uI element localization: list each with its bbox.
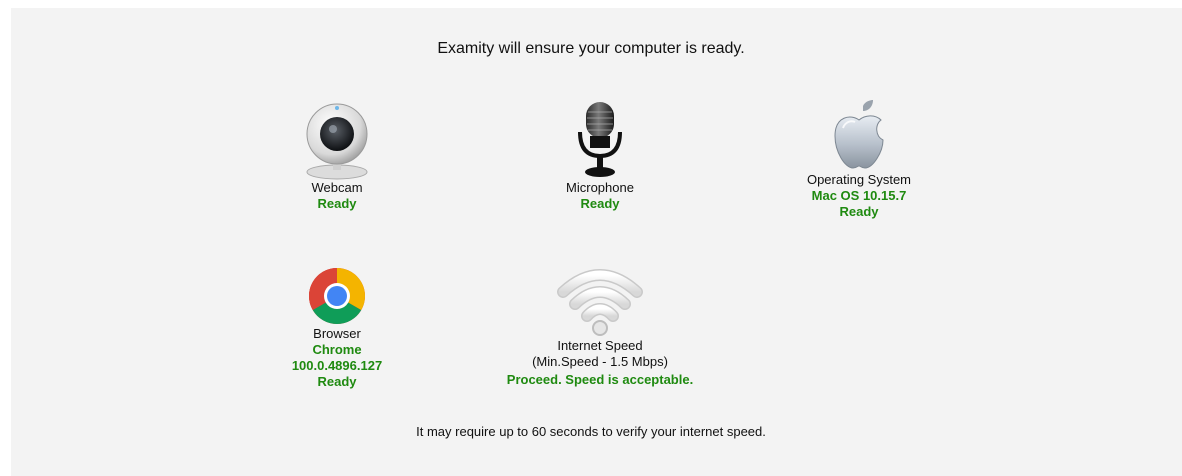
speed-verification-note: It may require up to 60 seconds to verif… [416, 424, 766, 439]
browser-value: Chrome [312, 342, 362, 357]
microphone-check: Microphone Ready [540, 100, 660, 212]
browser-version: 100.0.4896.127 [291, 358, 383, 373]
browser-check: Browser Chrome 100.0.4896.127 Ready [267, 266, 407, 390]
speed-status: Proceed. Speed is acceptable. [506, 372, 694, 387]
apple-icon [834, 100, 884, 169]
chrome-icon [308, 268, 366, 325]
microphone-status: Ready [580, 196, 620, 211]
os-status: Ready [839, 204, 879, 219]
microphone-icon [578, 102, 622, 177]
webcam-icon [306, 103, 368, 180]
wifi-icon [557, 269, 643, 336]
webcam-label: Webcam [311, 180, 363, 195]
os-value: Mac OS 10.15.7 [811, 188, 907, 203]
browser-status: Ready [317, 374, 357, 389]
webcam-status: Ready [317, 196, 357, 211]
check-panel [11, 8, 1182, 476]
internet-speed-check: Internet Speed (Min.Speed - 1.5 Mbps) Pr… [470, 262, 730, 388]
webcam-check: Webcam Ready [287, 102, 387, 212]
page-title: Examity will ensure your computer is rea… [437, 40, 745, 57]
speed-requirement: (Min.Speed - 1.5 Mbps) [532, 354, 668, 369]
speed-label: Internet Speed [557, 338, 643, 353]
browser-label: Browser [313, 326, 361, 341]
microphone-label: Microphone [566, 180, 634, 195]
os-label: Operating System [806, 172, 912, 187]
os-check: Operating System Mac OS 10.15.7 Ready [779, 100, 939, 220]
